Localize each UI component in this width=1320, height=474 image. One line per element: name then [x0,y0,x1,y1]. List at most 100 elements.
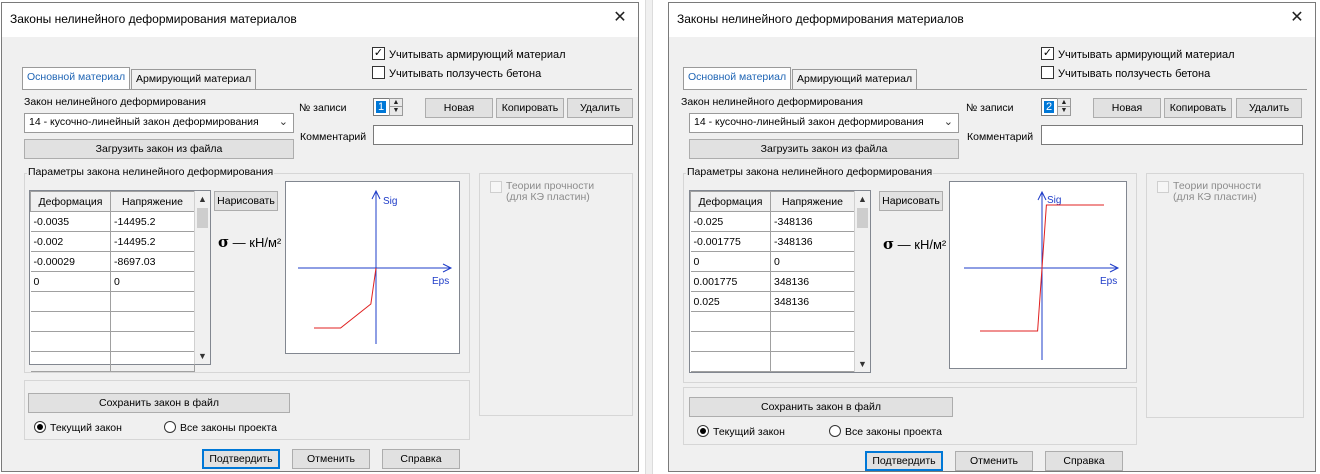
draw-button[interactable]: Нарисовать [214,191,278,211]
table-row[interactable] [30,351,195,372]
cell-stress[interactable] [110,311,195,332]
cell-stress[interactable]: -14495.2 [110,211,195,232]
help-button[interactable]: Справка [1045,451,1123,471]
cell-deformation[interactable]: -0.002 [30,231,111,252]
cell-deformation[interactable]: 0 [30,271,111,292]
radio-current-law[interactable]: Текущий закон [34,421,122,434]
close-icon[interactable]: ✕ [1287,8,1307,28]
cell-deformation[interactable] [690,331,771,352]
table-row[interactable] [690,331,855,352]
scroll-up-icon[interactable]: ▲ [195,191,210,207]
tab-main-material[interactable]: Основной материал [683,67,792,89]
params-table[interactable]: Деформация Напряжение -0.025 -348136 -0.0… [689,190,871,373]
radio-current-law[interactable]: Текущий закон [697,425,785,438]
cancel-button[interactable]: Отменить [292,449,370,469]
table-row[interactable]: 0.001775 348136 [690,271,855,292]
cell-stress[interactable]: 348136 [770,291,855,312]
record-spinner[interactable]: ▲ ▼ [1057,98,1071,116]
cell-deformation[interactable] [30,311,111,332]
scroll-down-icon[interactable]: ▼ [855,356,870,372]
cell-stress[interactable] [110,351,195,372]
save-law-button[interactable]: Сохранить закон в файл [28,393,290,413]
spin-down-icon[interactable]: ▼ [1058,107,1070,115]
spin-up-icon[interactable]: ▲ [1058,99,1070,107]
strength-theory-checkbox[interactable]: Теории прочности (для КЭ пластин) [1157,181,1261,203]
cell-deformation[interactable]: -0.00029 [30,251,111,272]
table-row[interactable] [30,311,195,332]
comment-input[interactable] [373,125,633,145]
column-header-deformation[interactable]: Деформация [690,191,771,212]
table-scrollbar[interactable]: ▲ ▼ [194,191,210,364]
new-record-button[interactable]: Новая [425,98,493,118]
table-row[interactable]: -0.00029 -8697.03 [30,251,195,272]
table-row[interactable]: 0.025 348136 [690,291,855,312]
load-law-button[interactable]: Загрузить закон из файла [24,139,294,159]
tab-reinforcing-material[interactable]: Армирующий материал [792,69,918,89]
cell-deformation[interactable] [690,311,771,332]
load-law-button[interactable]: Загрузить закон из файла [689,139,959,159]
table-row[interactable] [30,331,195,352]
table-row[interactable] [690,311,855,332]
table-row[interactable]: 00 [690,251,855,272]
tab-main-material[interactable]: Основной материал [22,67,131,89]
cell-deformation[interactable]: 0 [690,251,771,272]
cancel-button[interactable]: Отменить [955,451,1033,471]
scroll-down-icon[interactable]: ▼ [195,348,210,364]
cell-stress[interactable] [110,331,195,352]
cell-stress[interactable] [770,331,855,352]
cell-stress[interactable]: -14495.2 [110,231,195,252]
help-button[interactable]: Справка [382,449,460,469]
delete-record-button[interactable]: Удалить [567,98,633,118]
table-row[interactable]: -0.002 -14495.2 [30,231,195,252]
table-row[interactable] [690,351,855,372]
cell-deformation[interactable]: -0.025 [690,211,771,232]
law-select[interactable]: 14 - кусочно-линейный закон деформирован… [24,113,294,133]
creep-checkbox[interactable]: Учитывать ползучесть бетона [372,66,541,82]
close-icon[interactable]: ✕ [610,8,630,28]
scroll-thumb[interactable] [197,208,208,228]
reinforcement-checkbox[interactable]: Учитывать армирующий материал [372,47,566,63]
table-row[interactable]: -0.001775 -348136 [690,231,855,252]
cell-deformation[interactable] [30,351,111,372]
strength-theory-checkbox[interactable]: Теории прочности (для КЭ пластин) [490,181,594,203]
cell-stress[interactable]: 348136 [770,271,855,292]
cell-stress[interactable]: -348136 [770,211,855,232]
cell-stress[interactable] [110,291,195,312]
cell-stress[interactable]: -8697.03 [110,251,195,272]
cell-stress[interactable]: 0 [110,271,195,292]
cell-deformation[interactable]: 0.025 [690,291,771,312]
cell-deformation[interactable]: -0.0035 [30,211,111,232]
cell-deformation[interactable]: 0.001775 [690,271,771,292]
column-header-stress[interactable]: Напряжение [770,191,855,212]
column-header-deformation[interactable]: Деформация [30,191,111,212]
comment-input[interactable] [1041,125,1303,145]
tab-reinforcing-material[interactable]: Армирующий материал [131,69,257,89]
scroll-up-icon[interactable]: ▲ [855,191,870,207]
delete-record-button[interactable]: Удалить [1236,98,1302,118]
table-row[interactable]: 00 [30,271,195,292]
law-select[interactable]: 14 - кусочно-линейный закон деформирован… [689,113,959,133]
cell-stress[interactable]: -348136 [770,231,855,252]
scroll-thumb[interactable] [857,208,868,228]
draw-button[interactable]: Нарисовать [879,191,943,211]
save-law-button[interactable]: Сохранить закон в файл [689,397,953,417]
cell-stress[interactable] [770,351,855,372]
table-scrollbar[interactable]: ▲ ▼ [854,191,870,372]
radio-all-laws[interactable]: Все законы проекта [829,425,942,438]
new-record-button[interactable]: Новая [1093,98,1161,118]
copy-record-button[interactable]: Копировать [496,98,564,118]
radio-all-laws[interactable]: Все законы проекта [164,421,277,434]
cell-deformation[interactable]: -0.001775 [690,231,771,252]
table-row[interactable] [30,291,195,312]
confirm-button[interactable]: Подтвердить [865,451,943,471]
cell-stress[interactable] [770,311,855,332]
table-row[interactable]: -0.025 -348136 [690,211,855,232]
confirm-button[interactable]: Подтвердить [202,449,280,469]
cell-deformation[interactable] [690,351,771,372]
params-table[interactable]: Деформация Напряжение -0.0035 -14495.2 -0… [29,190,211,372]
table-row[interactable]: -0.0035 -14495.2 [30,211,195,232]
column-header-stress[interactable]: Напряжение [110,191,195,212]
reinforcement-checkbox[interactable]: Учитывать армирующий материал [1041,47,1235,63]
creep-checkbox[interactable]: Учитывать ползучесть бетона [1041,66,1210,82]
spin-up-icon[interactable]: ▲ [390,99,402,107]
